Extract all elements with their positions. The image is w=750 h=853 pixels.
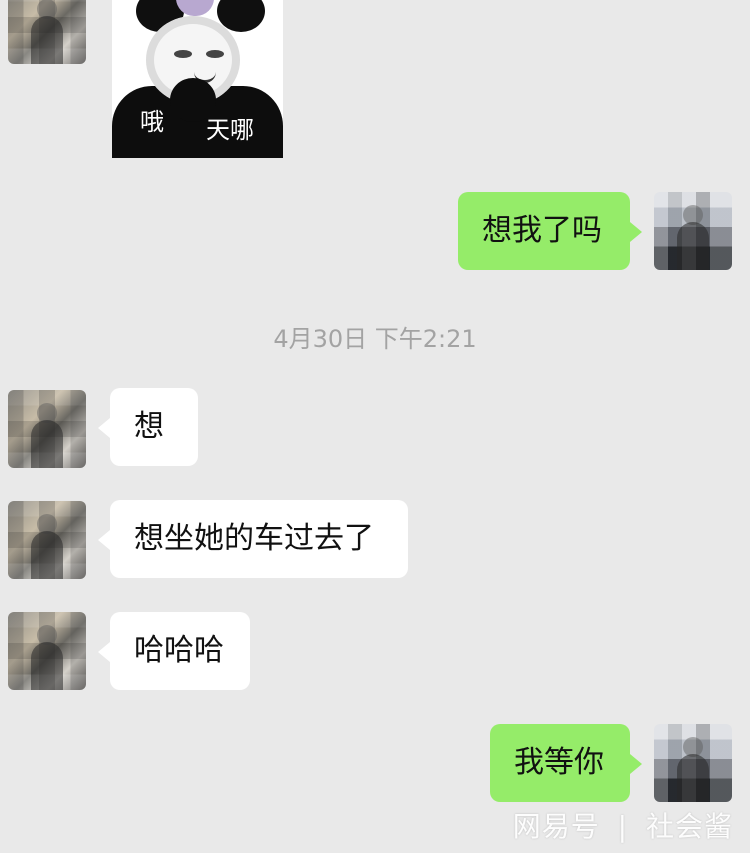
panda-eye-left-icon	[174, 50, 192, 58]
incoming-message-bubble[interactable]: 想	[98, 388, 198, 466]
avatar-body-shape	[31, 531, 63, 579]
panda-meme-sticker[interactable]: 哦 天哪	[112, 0, 283, 158]
message-text: 想我了吗	[482, 213, 602, 248]
message-text: 哈哈哈	[134, 633, 224, 668]
avatar-body-shape	[31, 16, 63, 64]
chat-timestamp: 4月30日 下午2:21	[273, 325, 477, 353]
watermark-author: 社会酱	[645, 810, 733, 843]
incoming-message-bubble[interactable]: 哈哈哈	[98, 612, 250, 690]
avatar-body-shape	[31, 420, 63, 468]
incoming-message-bubble[interactable]: 想坐她的车过去了	[98, 500, 408, 578]
message-text: 我等你	[514, 745, 604, 780]
avatar-body-shape	[677, 222, 709, 270]
outgoing-message-bubble[interactable]: 我等你	[490, 724, 642, 802]
watermark-source: 网易号	[512, 810, 600, 843]
self-avatar-icon[interactable]	[654, 724, 732, 802]
message-text: 想	[134, 409, 164, 444]
avatar-body-shape	[31, 642, 63, 690]
watermark-separator: |	[617, 810, 629, 843]
message-text: 想坐她的车过去了	[134, 521, 374, 556]
contact-avatar-icon[interactable]	[8, 501, 86, 579]
contact-avatar-icon[interactable]	[8, 0, 86, 64]
source-watermark: 网易号 | 社会酱	[513, 805, 733, 845]
contact-avatar-icon[interactable]	[8, 612, 86, 690]
contact-avatar-icon[interactable]	[8, 390, 86, 468]
avatar-body-shape	[677, 754, 709, 802]
panda-eye-right-icon	[206, 50, 224, 58]
outgoing-message-bubble[interactable]: 想我了吗	[458, 192, 642, 270]
sticker-caption-left: 哦	[140, 108, 164, 136]
self-avatar-icon[interactable]	[654, 192, 732, 270]
sticker-caption-right: 天哪	[206, 116, 254, 144]
